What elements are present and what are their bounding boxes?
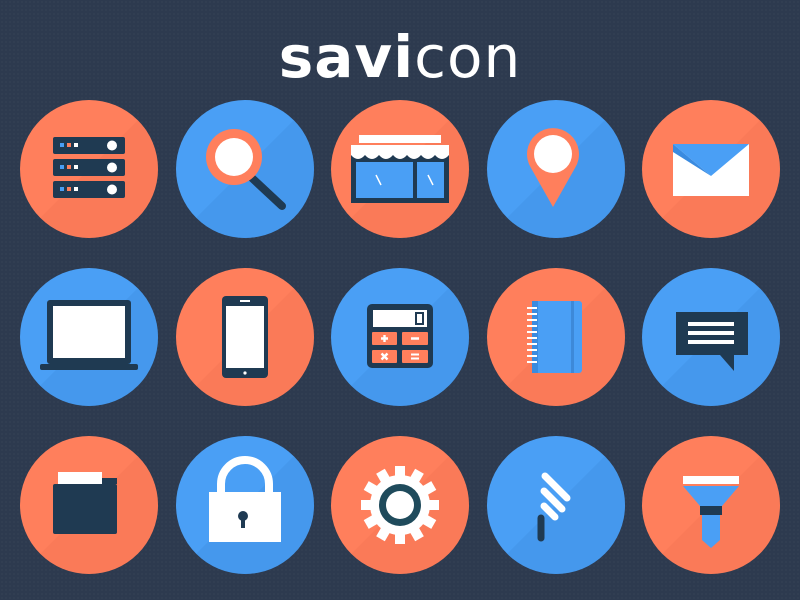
smartphone-icon (176, 268, 314, 406)
location-pin-icon (487, 100, 625, 238)
funnel-icon (642, 436, 780, 574)
laptop-icon (20, 268, 158, 406)
logo: savicon (0, 22, 800, 92)
server-icon (20, 100, 158, 238)
chat-bubble-icon (642, 268, 780, 406)
calculator-icon (331, 268, 469, 406)
wifi-signal-icon (487, 436, 625, 574)
mail-icon (642, 100, 780, 238)
gear-icon (331, 436, 469, 574)
folder-icon (20, 436, 158, 574)
search-icon (176, 100, 314, 238)
lock-icon (176, 436, 314, 574)
logo-part-bold: savi (278, 23, 415, 91)
logo-part-light: con (414, 23, 522, 91)
notebook-icon (487, 268, 625, 406)
shop-icon (331, 100, 469, 238)
